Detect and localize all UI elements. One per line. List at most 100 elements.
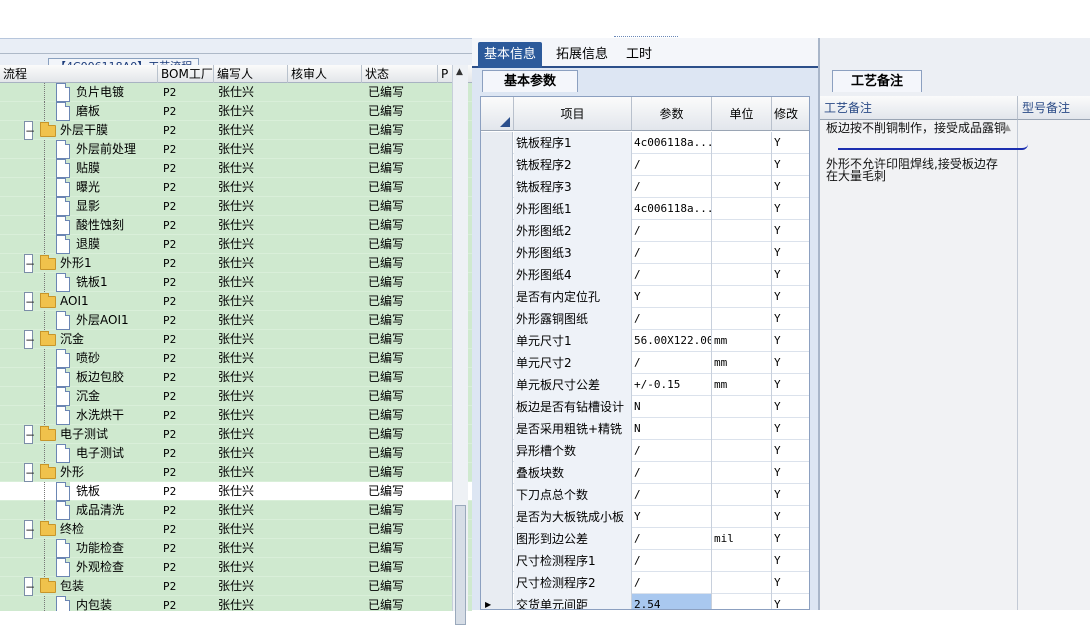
table-row[interactable]: 尺寸检测程序1/ Y: [481, 550, 809, 572]
param-cell[interactable]: 4c006118a...: [632, 198, 712, 220]
unit-cell[interactable]: [712, 506, 772, 528]
row-header[interactable]: [481, 286, 513, 308]
col-header-param[interactable]: 参数: [632, 97, 712, 131]
flow-step-name[interactable]: 功能检查: [76, 539, 124, 558]
row-header[interactable]: [481, 550, 513, 572]
unit-cell[interactable]: [712, 154, 772, 176]
table-row[interactable]: 铣板 P2 张仕兴 已编写: [0, 482, 472, 501]
table-row[interactable]: 显影 P2 张仕兴 已编写: [0, 197, 472, 216]
param-cell[interactable]: /: [632, 462, 712, 484]
collapse-toggle-icon[interactable]: −: [24, 425, 35, 444]
table-row[interactable]: 贴膜 P2 张仕兴 已编写: [0, 159, 472, 178]
row-header[interactable]: [481, 198, 513, 220]
flow-step-name[interactable]: 沉金: [60, 330, 84, 349]
param-cell[interactable]: /: [632, 484, 712, 506]
table-row[interactable]: 铣板1 P2 张仕兴 已编写: [0, 273, 472, 292]
flow-step-name[interactable]: 贴膜: [76, 159, 100, 178]
unit-cell[interactable]: [712, 440, 772, 462]
flow-step-name[interactable]: 曝光: [76, 178, 100, 197]
table-row[interactable]: − 沉金 P2 张仕兴 已编写: [0, 330, 472, 349]
col-header-unit[interactable]: 单位: [712, 97, 772, 131]
flow-step-name[interactable]: 外形: [60, 463, 84, 482]
row-header[interactable]: [481, 132, 513, 154]
row-header[interactable]: [481, 352, 513, 374]
table-row[interactable]: 外层前处理 P2 张仕兴 已编写: [0, 140, 472, 159]
table-row[interactable]: − 外形1 P2 张仕兴 已编写: [0, 254, 472, 273]
table-row[interactable]: 板边包胶 P2 张仕兴 已编写: [0, 368, 472, 387]
modify-cell[interactable]: Y: [772, 330, 809, 352]
param-cell[interactable]: /: [632, 176, 712, 198]
tab-extended-info[interactable]: 拓展信息: [550, 42, 614, 68]
flow-step-name[interactable]: 成品清洗: [76, 501, 124, 520]
flow-step-name[interactable]: 退膜: [76, 235, 100, 254]
col-header-process-remark[interactable]: 工艺备注: [820, 96, 1018, 120]
unit-cell[interactable]: [712, 286, 772, 308]
param-cell[interactable]: /: [632, 154, 712, 176]
modify-cell[interactable]: Y: [772, 418, 809, 440]
unit-cell[interactable]: [712, 242, 772, 264]
col-header-modify[interactable]: 修改: [772, 97, 809, 131]
table-row[interactable]: 外观检查 P2 张仕兴 已编写: [0, 558, 472, 577]
table-row[interactable]: − 电子测试 P2 张仕兴 已编写: [0, 425, 472, 444]
table-row[interactable]: 沉金 P2 张仕兴 已编写: [0, 387, 472, 406]
table-row[interactable]: 水洗烘干 P2 张仕兴 已编写: [0, 406, 472, 425]
scrollbar-thumb[interactable]: [455, 505, 466, 625]
table-row[interactable]: − 终检 P2 张仕兴 已编写: [0, 520, 472, 539]
flow-step-name[interactable]: 终检: [60, 520, 84, 539]
collapse-toggle-icon[interactable]: −: [24, 330, 35, 349]
row-header[interactable]: [481, 572, 513, 594]
modify-cell[interactable]: Y: [772, 572, 809, 594]
table-row[interactable]: 单元板尺寸公差 +/-0.15 mm Y: [481, 374, 809, 396]
table-row[interactable]: 功能检查 P2 张仕兴 已编写: [0, 539, 472, 558]
flow-step-name[interactable]: 铣板1: [76, 273, 108, 292]
modify-cell[interactable]: Y: [772, 484, 809, 506]
param-cell[interactable]: 56.00X122.00: [632, 330, 712, 352]
modify-cell[interactable]: Y: [772, 550, 809, 572]
table-row[interactable]: 外形图纸1 4c006118a... Y: [481, 198, 809, 220]
flow-step-name[interactable]: 磨板: [76, 102, 100, 121]
unit-cell[interactable]: mil: [712, 528, 772, 550]
modify-cell[interactable]: Y: [772, 198, 809, 220]
param-cell[interactable]: Y: [632, 286, 712, 308]
row-header[interactable]: [481, 462, 513, 484]
row-header[interactable]: [481, 506, 513, 528]
col-header-reviewer[interactable]: 核审人: [288, 65, 362, 83]
remark-note-2[interactable]: 外形不允许印阻焊线,接受板边存在大量毛刺: [826, 158, 1006, 182]
scroll-up-icon[interactable]: ▲: [1004, 123, 1011, 133]
unit-cell[interactable]: [712, 594, 772, 609]
flow-step-name[interactable]: 外形1: [60, 254, 92, 273]
table-row[interactable]: − 外层干膜 P2 张仕兴 已编写: [0, 121, 472, 140]
row-header[interactable]: [481, 418, 513, 440]
unit-cell[interactable]: [712, 396, 772, 418]
param-cell[interactable]: 2.54: [632, 594, 712, 609]
row-header[interactable]: [481, 308, 513, 330]
table-row[interactable]: 磨板 P2 张仕兴 已编写: [0, 102, 472, 121]
collapse-toggle-icon[interactable]: −: [24, 292, 35, 311]
table-row[interactable]: 铣板程序2/ Y: [481, 154, 809, 176]
collapse-toggle-icon[interactable]: −: [24, 463, 35, 482]
modify-cell[interactable]: Y: [772, 176, 809, 198]
row-header[interactable]: [481, 154, 513, 176]
modify-cell[interactable]: Y: [772, 352, 809, 374]
row-header[interactable]: ▶: [481, 594, 513, 609]
table-row[interactable]: 单元尺寸1 56.00X122.00 mm Y: [481, 330, 809, 352]
row-header[interactable]: [481, 374, 513, 396]
row-header[interactable]: [481, 220, 513, 242]
grid-scrollbar[interactable]: ▲: [452, 65, 468, 625]
flow-step-name[interactable]: 沉金: [76, 387, 100, 406]
unit-cell[interactable]: [712, 220, 772, 242]
tab-process-remarks[interactable]: 工艺备注: [832, 70, 922, 92]
tab-basic-info[interactable]: 基本信息: [478, 42, 543, 68]
table-row[interactable]: 铣板程序1 4c006118a... Y: [481, 132, 809, 154]
param-cell[interactable]: /: [632, 308, 712, 330]
flow-step-name[interactable]: AOI1: [60, 292, 89, 311]
row-header[interactable]: [481, 396, 513, 418]
flow-step-name[interactable]: 板边包胶: [76, 368, 124, 387]
modify-cell[interactable]: Y: [772, 594, 809, 609]
param-cell[interactable]: /: [632, 572, 712, 594]
param-cell[interactable]: N: [632, 418, 712, 440]
flow-step-name[interactable]: 负片电镀: [76, 83, 124, 102]
param-cell[interactable]: /: [632, 550, 712, 572]
table-row[interactable]: 成品清洗 P2 张仕兴 已编写: [0, 501, 472, 520]
table-row[interactable]: 外形露铜图纸 / Y: [481, 308, 809, 330]
